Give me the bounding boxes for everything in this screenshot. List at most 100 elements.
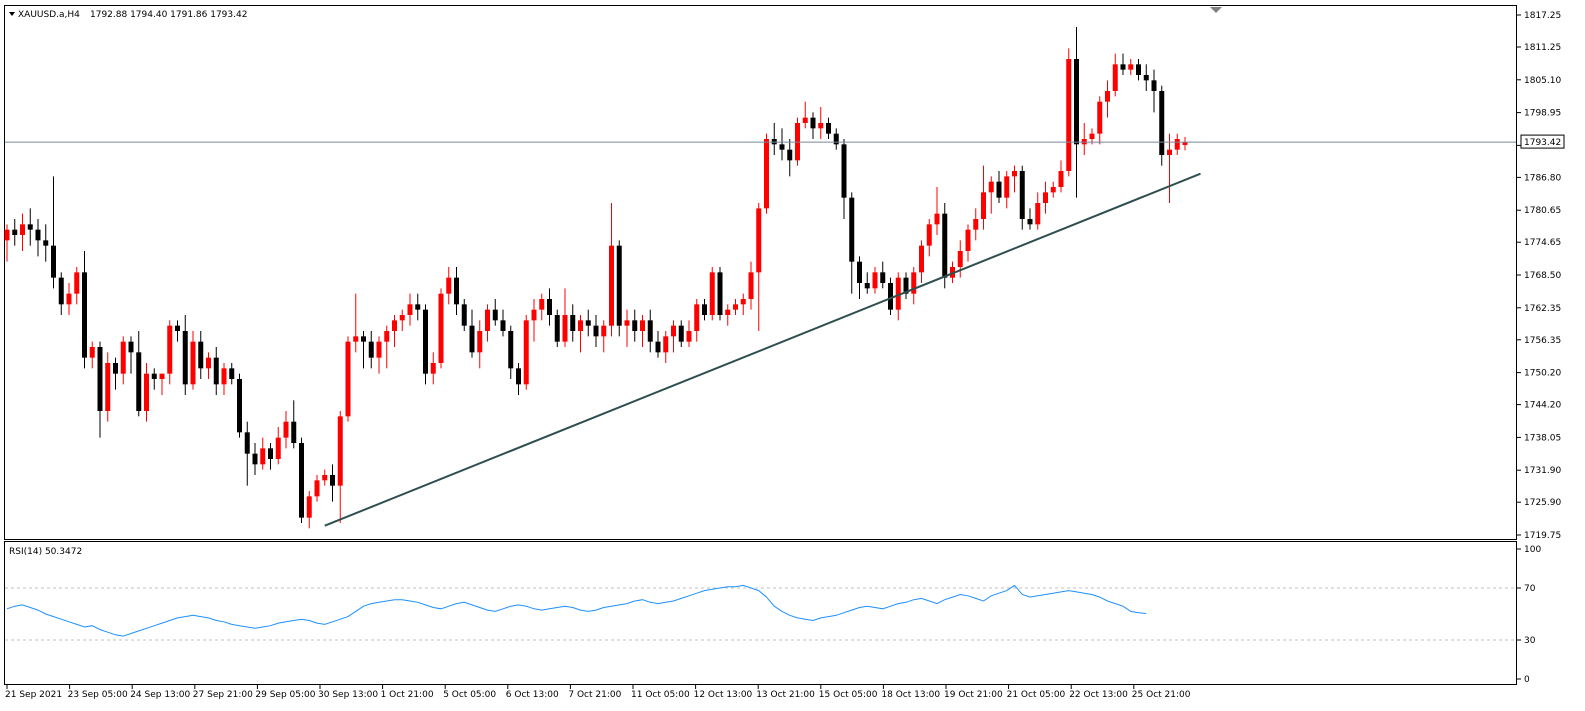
candle-body: [709, 272, 715, 315]
candle-body: [1159, 91, 1165, 155]
candle: [616, 240, 622, 337]
candle-body: [291, 421, 297, 443]
time-tick-label: 18 Oct 13:00: [881, 690, 940, 700]
trading-terminal: XAUUSD.a,H4 1792.88 1794.40 1791.86 1793…: [0, 0, 1585, 711]
candle-body: [826, 123, 831, 134]
candle-body: [562, 315, 568, 342]
time-tick-label: 22 Oct 13:00: [1069, 690, 1128, 700]
candle-body: [1050, 187, 1056, 193]
candle-body: [128, 341, 134, 353]
candle-body: [585, 320, 591, 326]
candle-body: [12, 229, 18, 235]
price-tick-label: 1774.65: [1524, 238, 1561, 248]
time-tick-label: 25 Oct 21:00: [1132, 690, 1191, 700]
candle-body: [988, 181, 994, 193]
price-axis: 1817.251811.251805.101798.951792.801786.…: [1517, 11, 1561, 541]
rsi-tick-label: 100: [1524, 545, 1541, 555]
candle-body: [547, 299, 552, 315]
candle-body: [1097, 101, 1103, 134]
candle-body: [477, 331, 483, 353]
candle-body: [802, 117, 808, 123]
time-tick-label: 5 Oct 05:00: [443, 690, 496, 700]
candle: [717, 267, 723, 321]
time-tick-label: 24 Sep 13:00: [130, 690, 190, 700]
candle-body: [531, 309, 537, 321]
price-tick-label: 1786.80: [1524, 173, 1561, 183]
candle-body: [213, 357, 219, 385]
candle-body: [1174, 139, 1180, 150]
time-tick-label: 1 Oct 21:00: [381, 690, 434, 700]
candle-body: [647, 320, 653, 342]
rsi-label: RSI(14) 50.3472: [9, 547, 82, 557]
candle-body: [330, 475, 335, 486]
candle-body: [1151, 80, 1157, 91]
candle-body: [361, 336, 366, 342]
candle-body: [740, 299, 746, 305]
candle-body: [454, 277, 459, 305]
rsi-tick-label: 30: [1524, 636, 1536, 646]
price-tick-label: 1805.10: [1524, 76, 1561, 86]
rsi-tick-label: 0: [1524, 675, 1530, 685]
candle: [423, 304, 428, 385]
price-tick-label: 1719.75: [1524, 531, 1561, 541]
candle-body: [1004, 176, 1010, 198]
candle-body: [1012, 171, 1017, 177]
candle-body: [430, 363, 436, 374]
candle-body: [609, 245, 614, 326]
candle-body: [578, 320, 583, 331]
price-tick-label: 1798.95: [1524, 109, 1561, 119]
candle-body: [82, 272, 87, 358]
candle-body: [237, 379, 242, 433]
candle-body: [97, 347, 103, 411]
candle-body: [283, 421, 289, 438]
candle-body: [725, 309, 731, 315]
chart-canvas[interactable]: XAUUSD.a,H4 1792.88 1794.40 1791.86 1793…: [0, 0, 1585, 711]
candle-body: [1120, 64, 1126, 70]
candle-body: [1043, 192, 1048, 203]
candle: [345, 336, 351, 422]
candle: [888, 277, 893, 315]
candle: [299, 437, 304, 523]
rsi-panel-frame: [4, 541, 1517, 685]
time-tick-label: 7 Oct 21:00: [568, 690, 621, 700]
price-tick-label: 1731.90: [1524, 466, 1561, 476]
candle-body: [51, 245, 56, 278]
candle-body: [702, 304, 707, 315]
candle: [523, 315, 529, 390]
candle-body: [593, 325, 599, 337]
candle-body: [175, 325, 180, 331]
candle-body: [275, 437, 281, 459]
candle-body: [833, 133, 839, 145]
candle-body: [942, 213, 948, 278]
candle-body: [1105, 91, 1110, 102]
rsi-axis: 100 70 30 0: [1517, 545, 1541, 685]
candle-body: [337, 416, 343, 486]
candle-body: [957, 251, 963, 267]
candle-body: [376, 341, 382, 358]
candle-body: [632, 320, 638, 331]
candle-body: [492, 309, 498, 321]
candle-body: [221, 368, 227, 385]
candle-body: [810, 117, 816, 129]
candle-body: [686, 331, 692, 342]
time-tick-label: 21 Sep 2021: [5, 690, 62, 700]
candle-body: [973, 219, 979, 230]
candle-body: [469, 325, 475, 353]
time-tick-label: 11 Oct 05:00: [631, 690, 690, 700]
candle-body: [353, 336, 359, 342]
candle-body: [113, 363, 118, 374]
candle-body: [136, 352, 142, 411]
candle-body: [841, 144, 847, 198]
candle-body: [570, 315, 576, 331]
candle-body: [671, 325, 676, 337]
candle-body: [4, 229, 10, 241]
candle-body: [849, 197, 855, 262]
candle-body: [919, 245, 924, 273]
candle-body: [182, 331, 188, 385]
candle-body: [190, 341, 196, 385]
candle-body: [438, 293, 444, 363]
candle-body: [35, 229, 41, 241]
candle-body: [485, 309, 490, 331]
candle-body: [678, 325, 684, 342]
candle-body: [167, 325, 173, 374]
